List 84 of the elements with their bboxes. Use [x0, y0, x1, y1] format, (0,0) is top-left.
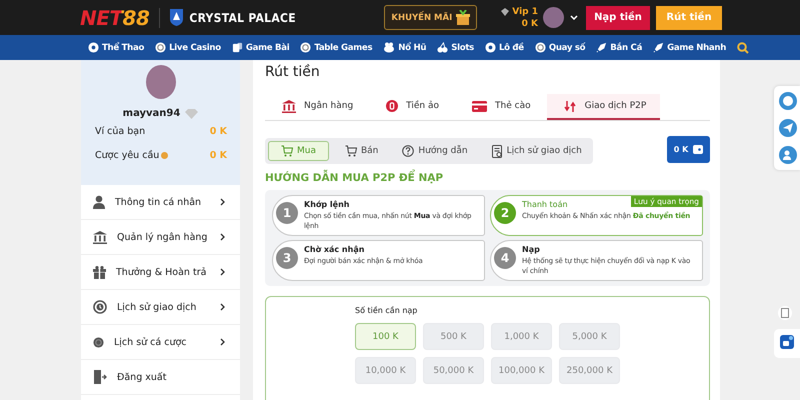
nav-link[interactable]: Live Casino [155, 42, 221, 53]
step-number: 4 [494, 247, 516, 269]
deposit-button[interactable]: Nạp tiền [586, 6, 650, 30]
section-heading: HƯỚNG DẪN MUA P2P ĐỂ NẠP [265, 172, 710, 184]
chevron-right-icon [220, 303, 225, 311]
people-icon[interactable] [779, 146, 797, 164]
diamond-icon [501, 8, 510, 16]
tab[interactable]: Tiền ảo [369, 94, 454, 120]
nav-link[interactable]: Lô đề [484, 42, 524, 53]
menu-item[interactable]: Lịch sử cá cược [81, 325, 240, 360]
nav-link[interactable]: Nổ Hũ [383, 42, 426, 53]
nav-link[interactable]: Game Nhanh [653, 42, 726, 53]
cherry-icon [437, 42, 448, 53]
nav-link[interactable]: Game Bài [232, 42, 290, 53]
tab[interactable]: Giao dịch P2P [546, 94, 660, 120]
step-number: 3 [276, 247, 298, 269]
nav-link[interactable]: Slots [437, 42, 474, 53]
partner-name: CRYSTAL PALACE [189, 10, 296, 24]
nav-link[interactable]: Bắn Cá [596, 42, 642, 53]
cart-icon [281, 145, 293, 157]
amount-label: Số tiền cần nạp [355, 306, 418, 315]
subtab[interactable]: Bán [336, 141, 386, 161]
chip-icon [534, 42, 546, 53]
card-icon [472, 100, 488, 112]
nav-link[interactable]: Thể Thao [88, 42, 144, 53]
search-icon[interactable] [737, 42, 750, 54]
bank-icon [282, 100, 296, 112]
step-title: Khớp lệnh [304, 199, 350, 210]
step-title: Chờ xác nhận [304, 244, 364, 255]
document-icon[interactable] [781, 308, 789, 318]
help-icon [402, 145, 414, 157]
door-exit-icon [93, 370, 107, 384]
step-title: Nạp [522, 244, 540, 255]
chevron-right-icon [220, 338, 225, 346]
tab[interactable]: Ngân hàng [265, 94, 368, 120]
stat-value: 0 K [210, 126, 227, 136]
wallet-button[interactable]: 0 K [667, 136, 710, 163]
username: mayvan94 [122, 108, 180, 119]
tab[interactable]: Thẻ cào [455, 94, 545, 120]
crest-icon [170, 9, 184, 26]
subtab[interactable]: Hướng dẫn [394, 141, 476, 161]
step-number: 1 [276, 202, 298, 224]
subtab[interactable]: Lịch sử giao dịch [484, 141, 590, 161]
diamond-icon [185, 108, 198, 118]
assistant-icon[interactable] [780, 335, 794, 349]
bank-icon [93, 230, 107, 244]
stat-label: Cược yêu cầu [95, 150, 160, 160]
nav-link[interactable]: Table Games [300, 42, 372, 53]
chevron-right-icon [220, 233, 225, 241]
step-number: 2 [494, 202, 516, 224]
chip-icon [300, 42, 312, 53]
arrows-icon [564, 100, 577, 112]
document-icon [492, 144, 503, 158]
wallet-icon [693, 145, 704, 154]
chevron-right-icon [220, 198, 225, 206]
chevron-right-icon [220, 268, 225, 276]
ball-icon [484, 42, 496, 53]
step-title: Thanh toán [522, 199, 568, 210]
header-balance: 0 K [522, 18, 538, 30]
avatar [146, 65, 176, 99]
promo-button[interactable]: KHUYẾN MÃI [384, 5, 478, 30]
menu-item[interactable]: Thưởng & Hoàn trả [81, 255, 240, 290]
nav-link[interactable]: Quay số [534, 42, 586, 53]
menu-item[interactable]: Lịch sử giao dịch [81, 290, 240, 325]
gift-icon [93, 266, 106, 278]
ball-icon [88, 42, 99, 53]
page-title: Rút tiền [265, 63, 321, 82]
gift-box-icon [456, 10, 470, 25]
cart-icon [344, 145, 357, 157]
avatar[interactable] [543, 7, 564, 28]
cards-icon [232, 42, 243, 53]
menu-item[interactable]: Đăng xuất [81, 360, 240, 395]
coin-icon [386, 100, 398, 112]
menu-item[interactable]: Thông tin cá nhân [81, 185, 240, 220]
send-icon[interactable] [779, 119, 797, 137]
stat-label: Ví của bạn [95, 126, 146, 136]
menu-item[interactable]: Quản lý ngân hàng [81, 220, 240, 255]
chevron-down-icon[interactable] [570, 15, 578, 20]
stat-value: 0 K [210, 150, 227, 160]
chip-icon [93, 336, 104, 348]
vip-level: Vip 1 [512, 6, 538, 18]
chip-icon [155, 42, 166, 53]
clock-icon [93, 300, 107, 314]
person-icon [93, 195, 105, 209]
